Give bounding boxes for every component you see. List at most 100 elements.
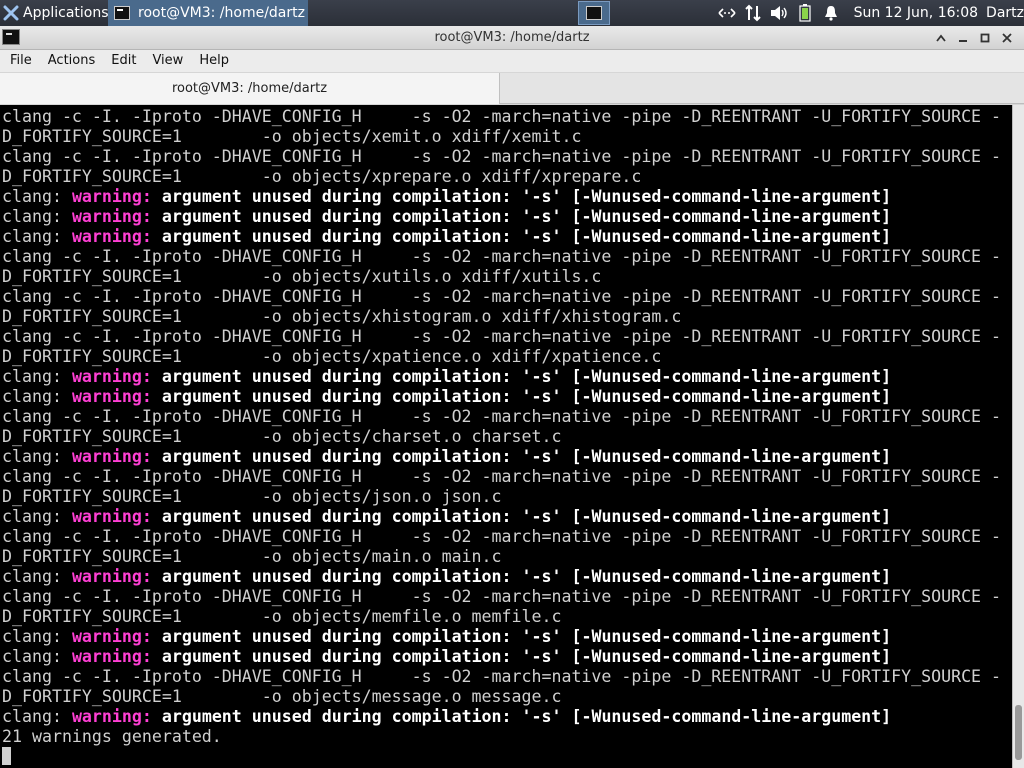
workspace-icon [586,6,602,20]
terminal-line: D_FORTIFY_SOURCE=1 -o objects/xhistogram… [2,307,682,326]
terminal-warning-line: clang: warning: argument unused during c… [2,707,1008,727]
terminal-line: D_FORTIFY_SOURCE=1 -o objects/xprepare.o… [2,167,642,186]
menubar: File Actions Edit View Help [0,50,1024,72]
warning-message: argument unused during compilation: '-s'… [151,387,892,406]
warning-tag: warning: [71,207,152,226]
system-tray: Sun 12 Jun, 16:08 Dartz [714,0,1024,26]
warning-source: clang: [2,507,72,526]
terminal-line: D_FORTIFY_SOURCE=1 -o objects/message.o … [2,687,562,706]
taskbar-item-terminal[interactable]: root@VM3: /home/dartz [108,0,308,26]
warning-message: argument unused during compilation: '-s'… [151,507,892,526]
menu-edit[interactable]: Edit [103,50,144,72]
warning-message: argument unused during compilation: '-s'… [151,227,892,246]
warning-source: clang: [2,187,72,206]
xfce-logo-icon [3,5,19,21]
transfer-arrows-icon[interactable] [742,4,764,22]
warning-tag: warning: [71,227,152,246]
battery-icon[interactable] [794,4,816,22]
window-titlebar[interactable]: root@VM3: /home/dartz [0,26,1024,50]
chevron-up-icon[interactable] [930,28,952,48]
terminal-line: D_FORTIFY_SOURCE=1 -o objects/json.o jso… [2,487,502,506]
terminal-line: D_FORTIFY_SOURCE=1 -o objects/xpatience.… [2,347,662,366]
terminal-line: clang -c -I. -Iproto -DHAVE_CONFIG_H -s … [2,527,1002,546]
terminal-warning-line: clang: warning: argument unused during c… [2,227,1008,247]
terminal-line: clang -c -I. -Iproto -DHAVE_CONFIG_H -s … [2,587,1002,606]
warning-source: clang: [2,207,72,226]
scrollbar-thumb[interactable] [1015,705,1022,760]
menu-actions[interactable]: Actions [40,50,104,72]
close-icon[interactable] [996,28,1018,48]
terminal-scrollbar[interactable] [1012,105,1024,768]
terminal-warning-line: clang: warning: argument unused during c… [2,647,1008,667]
terminal-warning-line: clang: warning: argument unused during c… [2,507,1008,527]
terminal-cursor [2,747,11,765]
user-menu[interactable]: Dartz [986,5,1024,21]
menu-help[interactable]: Help [191,50,237,72]
workspace-switcher[interactable] [578,1,610,25]
warning-source: clang: [2,627,72,646]
terminal-line: clang -c -I. -Iproto -DHAVE_CONFIG_H -s … [2,667,1002,686]
warning-tag: warning: [71,567,152,586]
network-icon[interactable] [716,4,738,22]
tab-terminal[interactable]: root@VM3: /home/dartz [0,73,500,104]
terminal-line: D_FORTIFY_SOURCE=1 -o objects/xemit.o xd… [2,127,582,146]
applications-label: Applications [23,5,109,21]
volume-icon[interactable] [768,4,790,22]
terminal-icon [114,6,130,20]
terminal-line: D_FORTIFY_SOURCE=1 -o objects/main.o mai… [2,547,502,566]
bell-icon[interactable] [820,4,842,22]
warning-source: clang: [2,647,72,666]
terminal-warning-line: clang: warning: argument unused during c… [2,627,1008,647]
taskbar-item-label: root@VM3: /home/dartz [138,5,305,21]
terminal-line: clang -c -I. -Iproto -DHAVE_CONFIG_H -s … [2,327,1002,346]
warning-tag: warning: [71,387,152,406]
terminal-warning-line: clang: warning: argument unused during c… [2,207,1008,227]
menu-file[interactable]: File [0,50,40,72]
warning-source: clang: [2,447,72,466]
applications-menu-button[interactable]: Applications [0,0,109,26]
menu-view[interactable]: View [144,50,191,72]
warning-tag: warning: [71,647,152,666]
terminal-line: 21 warnings generated. [2,727,222,746]
warning-message: argument unused during compilation: '-s'… [151,647,892,666]
warning-message: argument unused during compilation: '-s'… [151,447,892,466]
tab-bar: root@VM3: /home/dartz [0,73,1024,104]
terminal-warning-line: clang: warning: argument unused during c… [2,567,1008,587]
warning-tag: warning: [71,707,152,726]
terminal-line: clang -c -I. -Iproto -DHAVE_CONFIG_H -s … [2,467,1002,486]
warning-tag: warning: [71,447,152,466]
terminal-line: D_FORTIFY_SOURCE=1 -o objects/memfile.o … [2,607,562,626]
terminal-line: clang -c -I. -Iproto -DHAVE_CONFIG_H -s … [2,407,1002,426]
minimize-icon[interactable] [952,28,974,48]
terminal-line: clang -c -I. -Iproto -DHAVE_CONFIG_H -s … [2,107,1002,126]
maximize-icon[interactable] [974,28,996,48]
warning-tag: warning: [71,367,152,386]
warning-tag: warning: [71,507,152,526]
warning-tag: warning: [71,627,152,646]
window-controls [930,28,1018,48]
top-panel: Applications root@VM3: /home/dartz Sun 1… [0,0,1024,26]
terminal-warning-line: clang: warning: argument unused during c… [2,187,1008,207]
terminal-view[interactable]: clang -c -I. -Iproto -DHAVE_CONFIG_H -s … [0,105,1024,768]
warning-message: argument unused during compilation: '-s'… [151,627,892,646]
warning-source: clang: [2,707,72,726]
warning-source: clang: [2,227,72,246]
terminal-line: clang -c -I. -Iproto -DHAVE_CONFIG_H -s … [2,287,1002,306]
terminal-warning-line: clang: warning: argument unused during c… [2,447,1008,467]
warning-message: argument unused during compilation: '-s'… [151,567,892,586]
terminal-prompt-line [2,747,1008,767]
terminal-warning-line: clang: warning: argument unused during c… [2,367,1008,387]
terminal-line: D_FORTIFY_SOURCE=1 -o objects/charset.o … [2,427,562,446]
warning-tag: warning: [71,187,152,206]
terminal-warning-line: clang: warning: argument unused during c… [2,387,1008,407]
warning-message: argument unused during compilation: '-s'… [151,707,892,726]
warning-message: argument unused during compilation: '-s'… [151,207,892,226]
clock[interactable]: Sun 12 Jun, 16:08 [854,5,978,21]
warning-source: clang: [2,567,72,586]
warning-message: argument unused during compilation: '-s'… [151,187,892,206]
terminal-line: D_FORTIFY_SOURCE=1 -o objects/xutils.o x… [2,267,602,286]
terminal-line: clang -c -I. -Iproto -DHAVE_CONFIG_H -s … [2,147,1002,166]
window-title: root@VM3: /home/dartz [434,30,590,45]
terminal-line: clang -c -I. -Iproto -DHAVE_CONFIG_H -s … [2,247,1002,266]
terminal-output: clang -c -I. -Iproto -DHAVE_CONFIG_H -s … [2,107,1008,767]
